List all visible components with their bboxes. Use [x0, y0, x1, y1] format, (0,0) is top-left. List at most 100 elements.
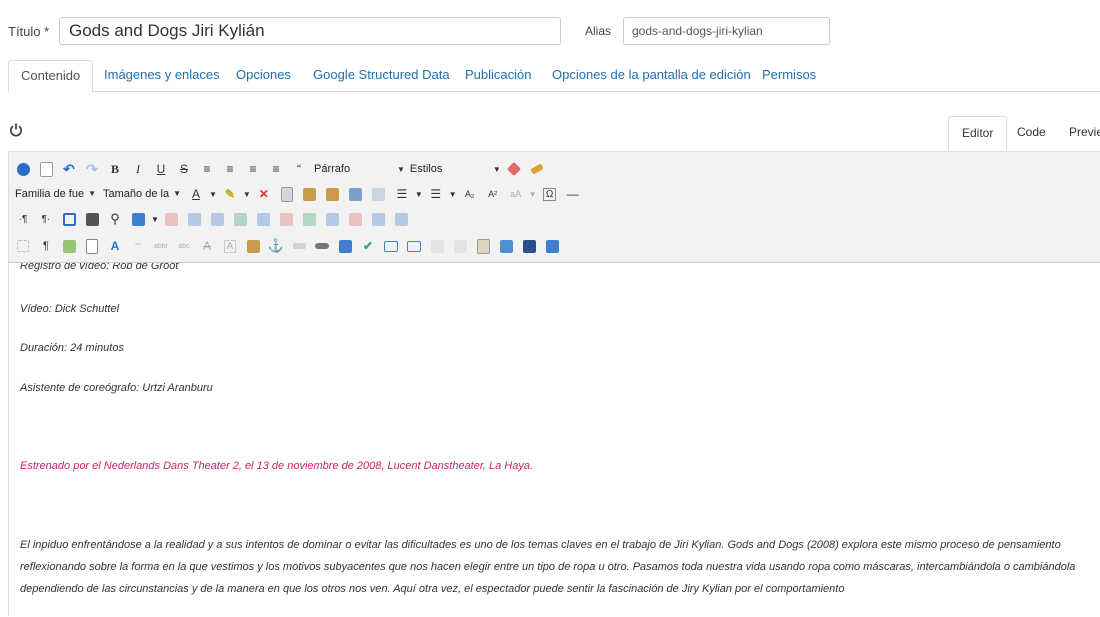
subscript-icon[interactable]: A₂	[460, 184, 480, 204]
align-right-icon[interactable]: ≡	[243, 159, 263, 179]
insert-col-after-icon[interactable]	[300, 209, 320, 229]
bold-icon[interactable]: B	[105, 159, 125, 179]
rtl-icon[interactable]: ¶·	[36, 209, 56, 229]
article-icon[interactable]	[473, 236, 493, 256]
undo-icon[interactable]: ↶	[59, 159, 79, 179]
delete-row-icon[interactable]	[254, 209, 274, 229]
content-line-video-record: Registro de vídeo: Rob de Groot	[20, 263, 179, 272]
strikethrough-icon[interactable]: S	[174, 159, 194, 179]
ltr-icon[interactable]: ·¶	[13, 209, 33, 229]
chevron-down-icon[interactable]: ▼	[493, 165, 501, 174]
insert-text-icon[interactable]: A	[220, 236, 240, 256]
font-size-icon[interactable]: aA	[506, 184, 526, 204]
eraser-icon[interactable]	[504, 159, 524, 179]
anchor-icon[interactable]: ⚓	[266, 236, 286, 256]
spellcheck-icon[interactable]: ✔	[358, 236, 378, 256]
media-image-icon[interactable]	[496, 236, 516, 256]
align-justify-icon[interactable]: ≡	[266, 159, 286, 179]
cite-icon[interactable]: “”	[128, 236, 148, 256]
numbered-list-icon[interactable]: ☰	[392, 184, 412, 204]
search-icon[interactable]: ⚲	[105, 209, 125, 229]
paste-word-icon[interactable]	[346, 184, 366, 204]
table-cell-props-icon[interactable]	[185, 209, 205, 229]
readmore-icon[interactable]	[450, 236, 470, 256]
unlink-icon[interactable]	[289, 236, 309, 256]
chevron-down-icon[interactable]: ▼	[415, 190, 423, 199]
tab-editor[interactable]: Editor	[948, 116, 1008, 151]
template-icon[interactable]	[59, 236, 79, 256]
horizontal-line-icon[interactable]	[381, 236, 401, 256]
toggle-editor-icon[interactable]	[8, 122, 24, 138]
split-cells-icon[interactable]	[346, 209, 366, 229]
blockquote-icon[interactable]: “	[289, 159, 309, 179]
acronym-icon[interactable]: abc	[174, 236, 194, 256]
tab-contenido[interactable]: Contenido	[8, 60, 94, 93]
tab-publicacion[interactable]: Publicación	[453, 60, 544, 92]
superscript-icon[interactable]: A²	[483, 184, 503, 204]
paste-icon[interactable]	[300, 184, 320, 204]
alias-input[interactable]	[623, 17, 830, 45]
insert-col-before-icon[interactable]	[277, 209, 297, 229]
tab-code[interactable]: Code	[1004, 116, 1059, 151]
chevron-down-icon[interactable]: ▼	[529, 190, 537, 199]
delete-table-icon[interactable]	[392, 209, 412, 229]
merge-cells-icon[interactable]	[369, 209, 389, 229]
insert-row-before-icon[interactable]	[208, 209, 228, 229]
toolbar-row-3: ·¶ ¶· ⚲ ▼	[13, 208, 412, 230]
tab-google-structured-data[interactable]: Google Structured Data	[301, 60, 462, 92]
font-size-select[interactable]: Tamaño de la ▼	[101, 185, 183, 203]
special-character-icon[interactable]: Ω	[540, 184, 560, 204]
link-icon[interactable]	[312, 236, 332, 256]
horizontal-rule-icon[interactable]: —	[563, 184, 583, 204]
tab-preview[interactable]: Previe	[1056, 116, 1100, 151]
align-left-icon[interactable]: ≡	[197, 159, 217, 179]
document-add-icon[interactable]	[542, 236, 562, 256]
attributes-icon[interactable]	[243, 236, 263, 256]
underline-icon[interactable]: U	[151, 159, 171, 179]
editor-content[interactable]: Registro de vídeo: Rob de Groot Vídeo: D…	[9, 263, 1100, 617]
tab-opciones-pantalla-edicion[interactable]: Opciones de la pantalla de edición	[540, 60, 763, 92]
chevron-down-icon[interactable]: ▼	[449, 190, 457, 199]
insert-row-after-icon[interactable]	[231, 209, 251, 229]
delete-col-icon[interactable]	[323, 209, 343, 229]
title-input[interactable]	[59, 17, 561, 45]
chevron-down-icon[interactable]: ▼	[209, 190, 217, 199]
table-row-props-icon[interactable]	[162, 209, 182, 229]
print-icon[interactable]	[82, 209, 102, 229]
copy-icon[interactable]	[277, 184, 297, 204]
chevron-down-icon[interactable]: ▼	[397, 165, 405, 174]
align-center-icon[interactable]: ≡	[220, 159, 240, 179]
format-select[interactable]: Párrafo	[312, 160, 394, 178]
text-color-icon[interactable]: A	[186, 184, 206, 204]
highlight-color-icon[interactable]: ✎	[220, 184, 240, 204]
redo-icon[interactable]: ↷	[82, 159, 102, 179]
new-document-icon[interactable]	[36, 159, 56, 179]
tab-imagenes-enlaces[interactable]: Imágenes y enlaces	[92, 60, 232, 92]
abbr-icon[interactable]: abbr	[151, 236, 171, 256]
bullet-list-icon[interactable]: ☰	[426, 184, 446, 204]
delete-text-icon[interactable]: A	[197, 236, 217, 256]
cut-icon[interactable]: ✕	[254, 184, 274, 204]
insert-date-icon[interactable]	[82, 236, 102, 256]
image-icon[interactable]	[335, 236, 355, 256]
show-blocks-icon[interactable]: ¶	[36, 236, 56, 256]
paste-text-icon[interactable]	[323, 184, 343, 204]
font-color-icon[interactable]: A	[105, 236, 125, 256]
paste-plain-icon[interactable]	[427, 236, 447, 256]
page-break-icon[interactable]	[404, 236, 424, 256]
chevron-down-icon[interactable]: ▼	[151, 215, 159, 224]
help-icon[interactable]	[13, 159, 33, 179]
styles-select[interactable]: Estilos	[408, 160, 490, 178]
save-icon[interactable]	[519, 236, 539, 256]
visual-aid-icon[interactable]	[13, 236, 33, 256]
chevron-down-icon[interactable]: ▼	[243, 190, 251, 199]
toolbar-row-2: Familia de fue ▼ Tamaño de la ▼ A ▼ ✎ ▼ ✕ …	[13, 183, 583, 205]
italic-icon[interactable]: I	[128, 159, 148, 179]
fullscreen-icon[interactable]	[59, 209, 79, 229]
tab-permisos[interactable]: Permisos	[750, 60, 828, 92]
table-icon[interactable]	[128, 209, 148, 229]
font-family-select[interactable]: Familia de fue ▼	[13, 185, 98, 203]
tab-opciones[interactable]: Opciones	[224, 60, 303, 92]
outdent-icon[interactable]	[369, 184, 389, 204]
brush-icon[interactable]	[527, 159, 547, 179]
